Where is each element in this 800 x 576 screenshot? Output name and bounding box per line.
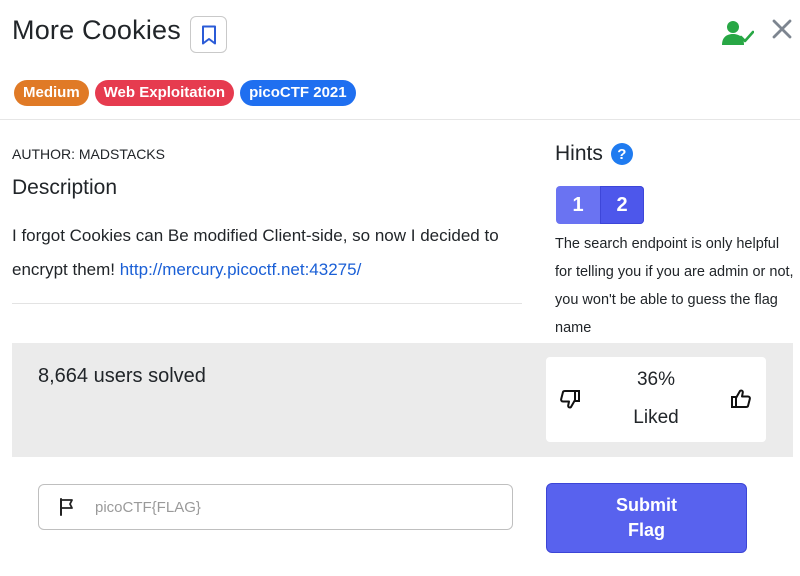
bookmark-button[interactable]	[190, 16, 227, 53]
flag-input[interactable]	[95, 498, 495, 516]
close-icon[interactable]	[771, 18, 793, 40]
hint-tab-2[interactable]: 2	[600, 186, 644, 224]
challenge-tags: Medium Web Exploitation picoCTF 2021	[14, 80, 356, 106]
hint-tabs: 1 2	[556, 186, 644, 224]
thumbs-up-icon	[731, 389, 751, 408]
difficulty-badge: Medium	[14, 80, 89, 106]
user-check-icon	[722, 21, 754, 45]
divider	[12, 303, 522, 304]
author-label: AUTHOR: MADSTACKS	[12, 146, 165, 162]
flag-input-group	[38, 484, 513, 530]
thumbs-up-button[interactable]	[729, 387, 753, 411]
rating-card: 36% Liked	[546, 357, 766, 442]
hint-tab-1[interactable]: 1	[556, 186, 600, 224]
solved-count: 8,664 users solved	[38, 365, 206, 387]
submit-button-line1: Submit	[616, 495, 677, 515]
bookmark-icon	[201, 25, 216, 44]
challenge-header: More Cookies Medium Web Exploitation pic…	[0, 0, 800, 120]
category-badge: Web Exploitation	[94, 80, 235, 106]
challenge-title: More Cookies	[12, 15, 181, 45]
stats-panel: 8,664 users solved 36% Liked	[12, 343, 793, 457]
description-heading: Description	[12, 176, 118, 199]
hints-title: Hints	[555, 142, 603, 165]
challenge-link[interactable]: http://mercury.picoctf.net:43275/	[120, 260, 362, 279]
help-icon[interactable]: ?	[610, 143, 633, 165]
flag-icon	[57, 497, 77, 517]
submit-button-line2: Flag	[627, 520, 665, 540]
hints-heading: Hints ?	[555, 142, 633, 166]
description-text: I forgot Cookies can Be modified Client-…	[12, 219, 524, 287]
submit-flag-button[interactable]: Submit Flag	[546, 483, 747, 553]
event-badge: picoCTF 2021	[240, 80, 356, 106]
hint-text: The search endpoint is only helpful for …	[555, 236, 794, 336]
